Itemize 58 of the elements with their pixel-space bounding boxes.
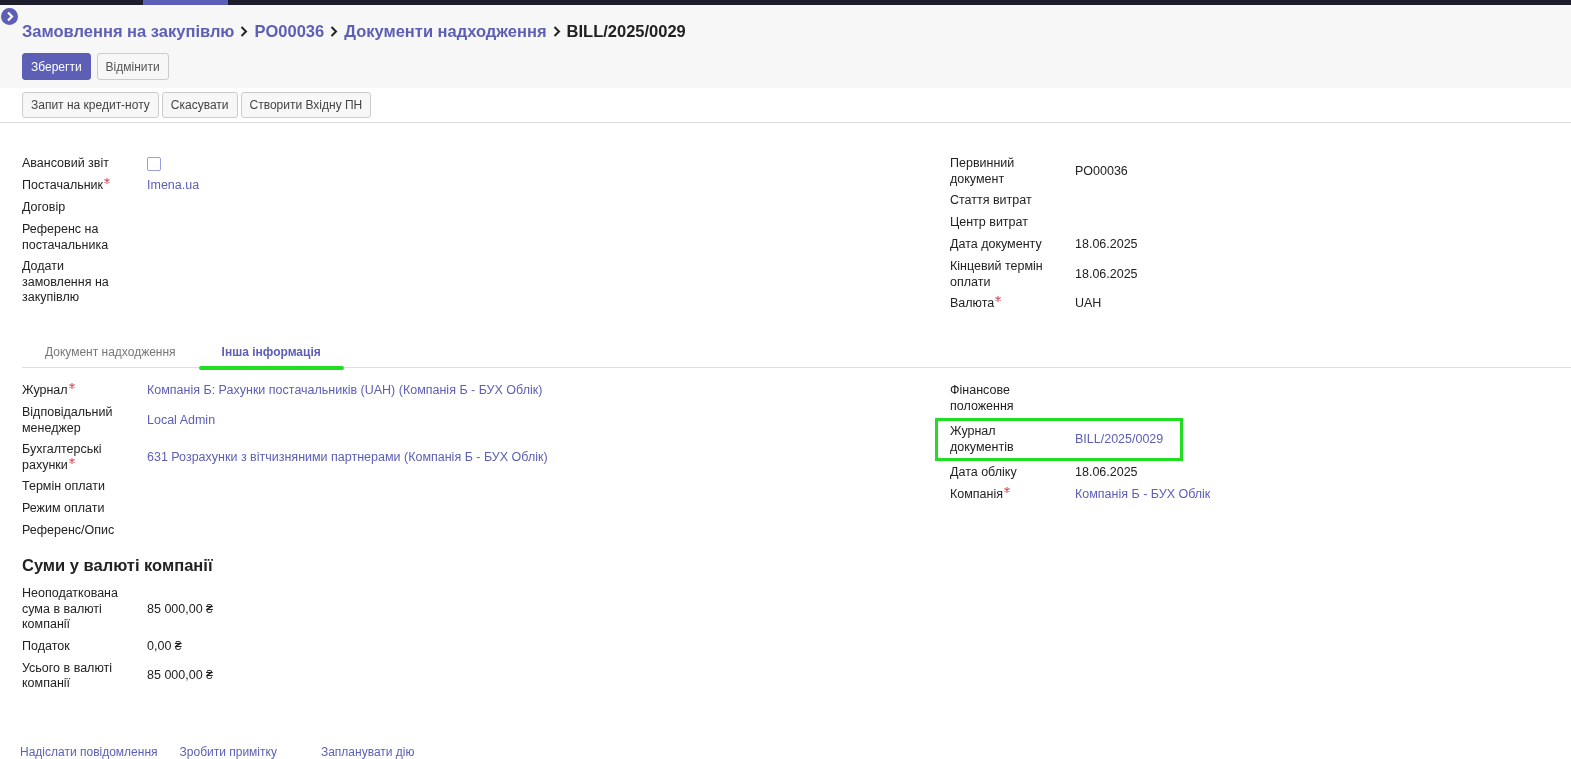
field-value: 18.06.2025 [1075,237,1139,253]
field-label: Податок [22,638,70,653]
field-label: Додати замовлення на закупівлю [22,259,109,304]
breadcrumb-link[interactable]: Документи надходження [344,22,547,41]
field-link[interactable]: Компанія Б: Рахунки постачальників (UAH) (Компанія Б - БУХ Облік) [147,383,950,399]
chatter-link[interactable]: Запланувати дію [320,744,415,759]
field-value: 18.06.2025 [1075,465,1139,481]
breadcrumb-link[interactable]: PO00036 [254,22,325,41]
field-label: Термін оплати [22,479,105,494]
chatter-link[interactable]: Зробити примітку [179,744,277,759]
field-link[interactable]: Imena.ua [147,178,950,194]
field-value: 85 000,00 ₴ [147,668,215,684]
field-label: Неоподаткована сума в валюті компанії [22,586,118,631]
field-label: Відповідальний менеджер [22,405,113,435]
field-label: Референс на постачальника [22,222,109,252]
field-label: Центр витрат [950,215,1028,230]
chevron-icon [330,26,339,37]
field-label: Журнал документів [950,424,1014,454]
breadcrumb-link[interactable]: Замовлення на закупівлю [22,22,235,41]
tab[interactable]: Інша інформація [198,337,344,367]
field-label: Авансовий звіт [22,156,109,171]
record-title: BILL/2025/0029 [566,22,686,41]
field-value: 0,00 ₴ [147,638,183,655]
field-label: Постачальник [22,178,104,193]
field-label: Валюта [950,296,995,311]
field-label: Режим оплати [22,501,105,516]
field-label: Бухгалтерські рахунки [22,442,102,472]
field-label: Референс/Опис [22,523,115,538]
field-label: Кінцевий термін оплати [950,259,1043,289]
field-link[interactable]: Компанія Б - БУХ Облік [1075,487,1571,503]
action-button[interactable]: Створити Вхідну ПН [240,92,372,118]
field-link[interactable]: Local Admin [147,412,950,429]
field-link[interactable]: 631 Розрахунки з вітчизняними партнерами (Компанія Б - БУХ Облік) [147,449,950,466]
chevron-icon [552,26,561,37]
field-label: Договір [22,200,66,215]
section-heading: Суми у валюті компанії [22,556,214,575]
field-label: Фінансове положення [950,383,1014,413]
field-link[interactable]: BILL/2025/0029 [1075,431,1180,448]
action-button[interactable]: Скасувати [161,92,238,118]
tab[interactable]: Документ надходження [22,337,199,367]
checkbox[interactable] [147,157,161,171]
chatter-link[interactable]: Надіслати повідомлення [20,744,158,759]
field-label: Стаття витрат [950,193,1032,208]
field-label: Компанія [950,487,1003,502]
field-value: UAH [1075,296,1103,312]
field-label: Первинний документ [950,156,1015,186]
field-value: 85 000,00 ₴ [147,601,215,617]
discard-button[interactable]: Відмінити [96,53,169,80]
save-button[interactable]: Зберегти [22,53,91,80]
field-label: Журнал [22,383,68,398]
action-button[interactable]: Запит на кредит-ноту [22,92,159,118]
field-label: Дата обліку [950,465,1017,480]
chevron-icon [240,26,249,37]
field-label: Усього в валюті компанії [22,660,112,690]
field-value: PO00036 [1075,163,1129,180]
chevron-circle-icon[interactable] [1,8,18,25]
field-label: Дата документу [950,237,1042,252]
field-value: 18.06.2025 [1075,266,1139,283]
